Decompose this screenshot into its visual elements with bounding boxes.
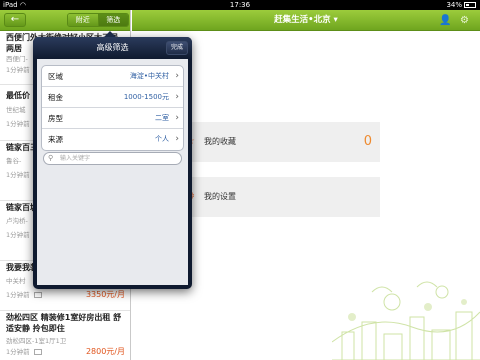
search-icon: ⚲ <box>48 154 54 162</box>
option-key: 租金 <box>48 93 63 102</box>
done-button[interactable]: 完成 <box>166 41 188 55</box>
user-icon[interactable]: 👤 <box>439 15 451 26</box>
favorites-card[interactable]: ☆ 我的收藏 0 <box>174 122 380 162</box>
photo-icon <box>33 349 42 355</box>
listing-location: 劲松四区-1室1厅1卫 <box>6 337 67 345</box>
listing-time: 1分钟前 <box>6 171 30 179</box>
list-item[interactable]: 劲松四区 精装修1室好房出租 舒适安静 拎包即住 劲松四区-1室1厅1卫 1分钟… <box>0 312 130 358</box>
status-bar: iPad ◠ 17:36 34% <box>0 0 480 10</box>
option-key: 来源 <box>48 135 63 144</box>
listing-time: 1分钟前 <box>6 66 30 74</box>
listing-price: 2800元/月 <box>85 347 125 356</box>
listing-title: 劲松四区 精装修1室好房出租 舒适安静 拎包即住 <box>6 313 122 333</box>
option-key: 房型 <box>48 114 63 123</box>
filter-option-area[interactable]: 区域 海淀•中关村 › <box>42 66 183 87</box>
segment-nearby[interactable]: 附近 <box>68 14 98 26</box>
listing-time: 1分钟前 <box>6 348 30 356</box>
settings-label: 我的设置 <box>204 192 236 201</box>
favorites-count: 0 <box>363 134 372 149</box>
filter-options: 区域 海淀•中关村 › 租金 1000-1500元 › 房型 二室 › 来源 个… <box>41 65 184 151</box>
battery-icon <box>464 2 476 8</box>
listing-time: 1分钟前 <box>6 291 30 299</box>
listing-time: 1分钟前 <box>6 231 30 239</box>
filter-option-room-type[interactable]: 房型 二室 › <box>42 108 183 129</box>
option-value: 1000-1500元 <box>123 93 169 101</box>
option-value: 海淀•中关村 <box>129 72 169 80</box>
battery-status: 34% <box>446 0 476 10</box>
favorites-label: 我的收藏 <box>204 137 236 146</box>
back-button[interactable]: ← <box>4 13 26 27</box>
popover-header: 高级筛选 完成 <box>33 37 192 59</box>
settings-card[interactable]: ⚙ 我的设置 <box>174 177 380 217</box>
filter-option-source[interactable]: 来源 个人 › <box>42 129 183 150</box>
chevron-right-icon: › <box>175 113 179 123</box>
main-header: 赶集生活•北京 ▾ 👤 ⚙ <box>132 10 480 31</box>
segment-filter[interactable]: 筛选 <box>97 14 128 26</box>
chevron-right-icon: › <box>175 92 179 102</box>
advanced-filter-popover: 高级筛选 完成 区域 海淀•中关村 › 租金 1000-1500元 › 房型 二… <box>33 31 192 289</box>
city-illustration <box>332 281 480 360</box>
photo-icon <box>33 292 42 298</box>
option-key: 区域 <box>48 72 63 81</box>
gear-icon[interactable]: ⚙ <box>459 15 470 26</box>
chevron-right-icon: › <box>175 134 179 144</box>
segmented-control: 附近 筛选 <box>67 13 129 27</box>
filter-option-rent[interactable]: 租金 1000-1500元 › <box>42 87 183 108</box>
city-selector[interactable]: 赶集生活•北京 ▾ <box>132 10 480 31</box>
status-time: 17:36 <box>229 1 251 9</box>
keyword-search-input[interactable]: ⚲ 输入关键字 <box>43 152 182 165</box>
listing-time: 1分钟前 <box>6 120 30 128</box>
search-placeholder: 输入关键字 <box>60 155 91 162</box>
chevron-right-icon: › <box>175 71 179 81</box>
popover-body: 区域 海淀•中关村 › 租金 1000-1500元 › 房型 二室 › 来源 个… <box>37 59 188 285</box>
listing-panel-header: ← 附近 筛选 <box>0 10 130 31</box>
listing-price: 3350元/月 <box>85 290 125 299</box>
option-value: 二室 <box>155 114 169 122</box>
option-value: 个人 <box>155 135 169 143</box>
